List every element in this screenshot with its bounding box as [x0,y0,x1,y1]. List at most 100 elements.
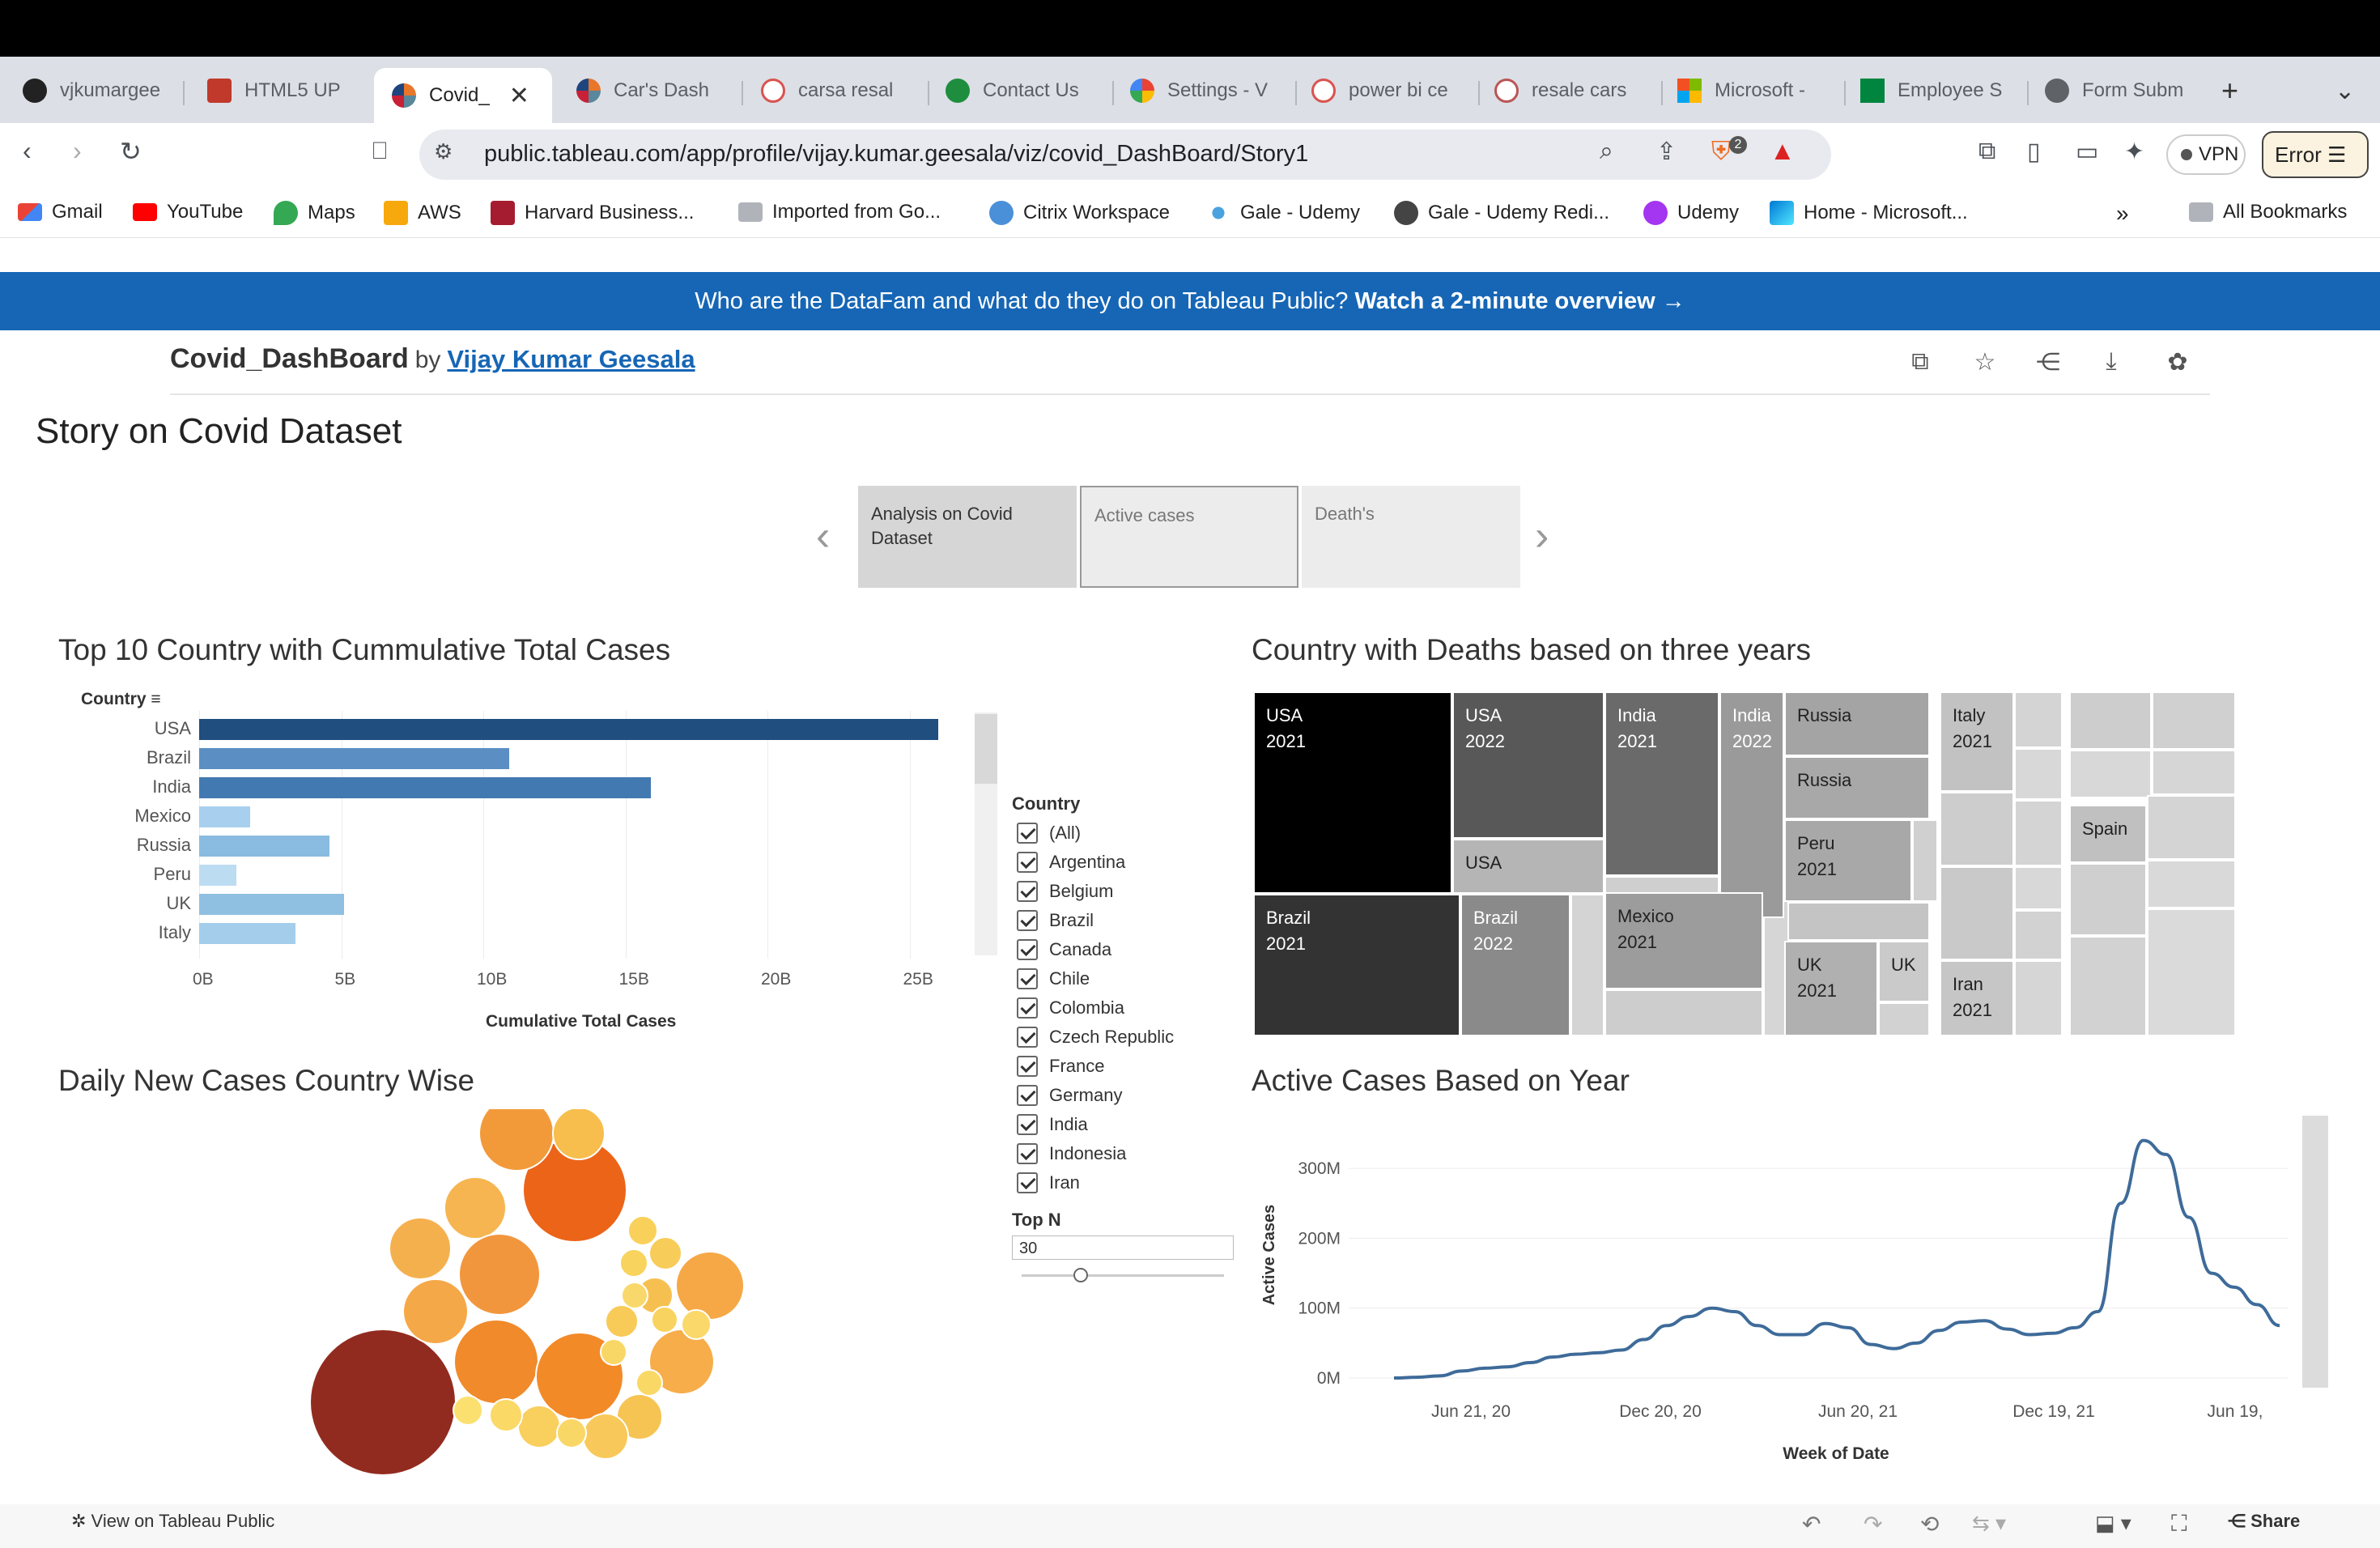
bubble[interactable] [619,1248,648,1278]
treemap-cell[interactable] [2014,910,2063,960]
bubble[interactable] [517,1405,561,1448]
bar-italy[interactable] [199,923,296,944]
forward-icon[interactable]: › [73,136,82,166]
checkbox-icon[interactable] [1017,939,1038,960]
treemap-cell-labeled[interactable]: UK 2021 [1784,941,1878,1036]
filter-item[interactable]: Indonesia [1017,1143,1126,1164]
refresh-icon[interactable]: ⇆ ▾ [1972,1511,2006,1536]
topn-slider-track[interactable] [1022,1274,1224,1277]
treemap-cell-labeled[interactable]: India 2022 [1719,691,1784,918]
treemap-cell-labeled[interactable]: Peru 2021 [1784,819,1912,902]
treemap-cell-labeled[interactable]: Iran 2021 [1940,960,2014,1036]
treemap-cell-labeled[interactable]: Brazil 2022 [1460,894,1570,1036]
back-icon[interactable]: ‹ [23,136,32,166]
favorite-star-icon[interactable]: ☆ [1969,348,2001,381]
bubble[interactable] [621,1282,648,1309]
new-tab-icon[interactable]: + [2221,68,2254,113]
filter-item[interactable]: Argentina [1017,852,1125,873]
vpn-button[interactable]: VPN [2166,134,2246,175]
treemap-cell[interactable] [1940,866,2014,960]
topn-input[interactable]: 30 [1012,1235,1234,1260]
treemap-cell-labeled[interactable]: India 2021 [1604,691,1719,876]
bubble[interactable] [453,1395,483,1426]
brave-shield-icon[interactable]: ⛨ [1711,136,1731,167]
download-menu-icon[interactable]: ⬓ ▾ [2095,1511,2131,1536]
bookmark-imported[interactable]: Imported from Go... [738,201,941,223]
checkbox-icon[interactable] [1017,1172,1038,1193]
treemap-cell[interactable] [1940,792,2014,866]
filter-item[interactable]: India [1017,1114,1088,1135]
treemap-cell-labeled[interactable]: UK [1878,941,1930,1002]
filter-item[interactable]: France [1017,1056,1104,1077]
bubble[interactable] [556,1418,587,1448]
tab-form[interactable]: Form Subm [2045,68,2207,113]
checkbox-icon[interactable] [1017,1114,1038,1135]
filter-item[interactable]: Colombia [1017,997,1124,1019]
sidebar-icon[interactable]: ▯ [2027,138,2041,166]
reload-icon[interactable]: ↻ [120,136,142,167]
scroll-thumb[interactable] [975,714,997,784]
bubble[interactable] [675,1251,745,1320]
bookmark-harvard[interactable]: Harvard Business... [491,201,694,225]
filter-item[interactable]: Germany [1017,1085,1122,1106]
tab-resale[interactable]: resale cars [1494,68,1656,113]
filter-item[interactable]: Belgium [1017,881,1113,902]
bubble[interactable] [309,1329,457,1476]
url-text[interactable]: public.tableau.com/app/profile/vijay.kum… [484,141,1308,168]
bookmark-citrix[interactable]: Citrix Workspace [989,201,1170,225]
copy-icon[interactable]: ⧉ [1904,348,1936,381]
bubble[interactable] [605,1304,639,1338]
checkbox-icon[interactable] [1017,997,1038,1019]
treemap-cell[interactable] [1784,902,1930,941]
filter-item[interactable]: Iran [1017,1172,1080,1193]
view-on-tableau-link[interactable]: ✲ View on Tableau Public [71,1511,274,1532]
treemap-cell[interactable] [2069,691,2152,750]
treemap-cell-labeled[interactable]: Russia [1784,691,1930,756]
tab-github[interactable]: vjkumargee [23,68,168,113]
treemap-cell[interactable] [2069,863,2147,936]
checkbox-icon[interactable] [1017,852,1038,873]
tab-cars-dash[interactable]: Car's Dash [576,68,738,113]
tab-html5[interactable]: HTML5 UP [207,68,353,113]
share-footer-button[interactable]: ⋲ Share [2228,1511,2300,1532]
bubble[interactable] [648,1236,682,1270]
treemap-cell-labeled[interactable]: Russia [1784,756,1930,819]
treemap-cell-labeled[interactable]: USA 2022 [1452,691,1604,839]
story-point-3[interactable]: Death's [1302,486,1520,588]
bubble[interactable] [489,1398,523,1432]
bubble[interactable] [600,1338,627,1366]
rewards-icon[interactable]: ▲ [1770,136,1796,166]
bubble[interactable] [458,1233,541,1316]
bookmark-gale-udemy-redi[interactable]: Gale - Udemy Redi... [1394,201,1609,225]
tab-employee[interactable]: Employee S [1860,68,2022,113]
tab-covid-active[interactable]: Covid_ ✕ [374,68,552,123]
treemap-cell[interactable] [1878,1002,1930,1036]
bubble[interactable] [444,1176,507,1240]
treemap-cell[interactable] [1570,894,1604,1036]
site-settings-icon[interactable]: ⚙ [434,139,453,164]
badge-icon[interactable]: ✿ [2161,348,2194,381]
error-button[interactable]: Error ☰ [2262,131,2369,178]
treemap-cell-labeled[interactable]: USA 2021 [1253,691,1452,894]
bar-mexico[interactable] [199,806,251,827]
tab-powerbi[interactable]: power bi ce [1311,68,1473,113]
zoom-icon[interactable]: ⌕ [1600,138,1613,165]
line-scrollbar[interactable] [2302,1116,2328,1388]
bubble[interactable] [402,1278,469,1345]
treemap-cell-labeled[interactable]: Brazil 2021 [1253,894,1460,1036]
filter-item[interactable]: Canada [1017,939,1111,960]
bookmark-microsoft-home[interactable]: Home - Microsoft... [1770,201,1968,225]
bookmark-youtube[interactable]: YouTube [133,201,243,223]
extensions-icon[interactable]: ⧉ [1978,138,1995,165]
bubble[interactable] [552,1109,606,1160]
story-point-1[interactable]: Analysis on Covid Dataset [858,486,1077,588]
story-point-2[interactable]: Active cases [1080,486,1298,588]
treemap-cell[interactable] [2014,691,2063,748]
bubble[interactable] [651,1306,678,1333]
treemap-cell[interactable] [2069,750,2152,798]
bar-uk[interactable] [199,894,344,915]
bookmark-maps[interactable]: Maps [274,201,355,225]
tab-settings[interactable]: Settings - V [1130,68,1292,113]
banner-link[interactable]: Watch a 2-minute overview → [1354,288,1685,314]
bookmark-gale-udemy[interactable]: Gale - Udemy [1206,201,1360,225]
